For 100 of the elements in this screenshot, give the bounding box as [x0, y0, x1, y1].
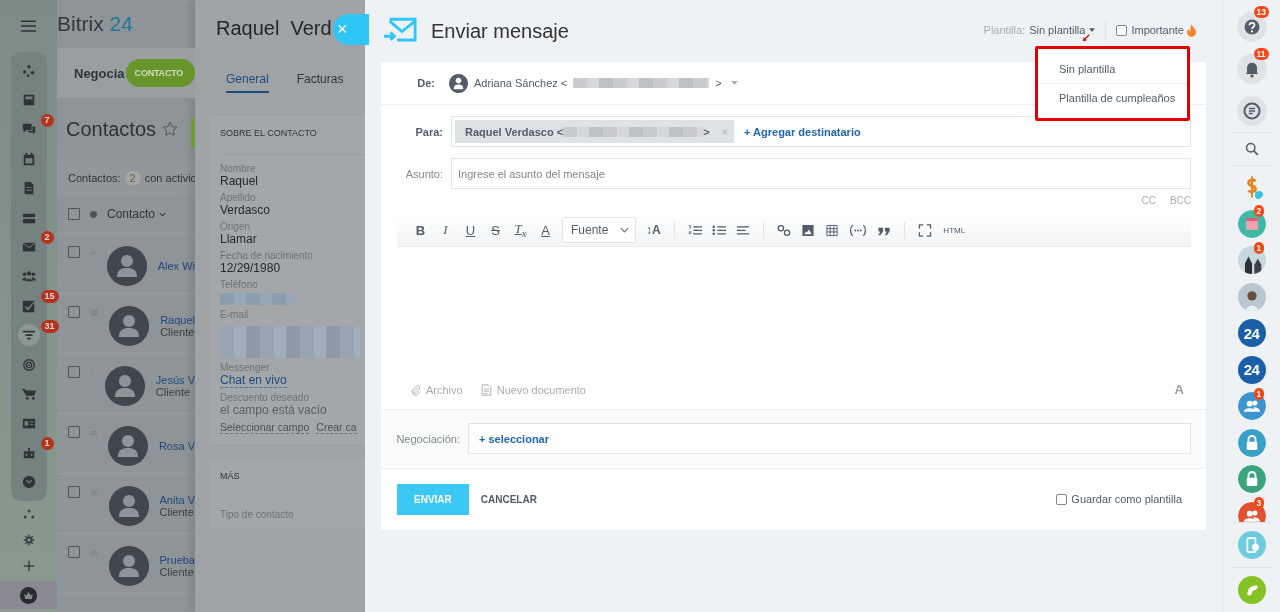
- tab[interactable]: General: [226, 72, 269, 93]
- recipient-bracket: >: [703, 125, 710, 138]
- avatar-icon: [449, 73, 468, 93]
- count-badge: 1: [1253, 241, 1265, 254]
- checkbox[interactable]: [68, 306, 80, 318]
- menu-icon[interactable]: [21, 20, 36, 32]
- field-label: De:: [416, 77, 435, 90]
- group-icon[interactable]: [1237, 392, 1266, 421]
- checkbox[interactable]: [68, 366, 80, 378]
- avatar-icon: [104, 366, 145, 406]
- checkbox[interactable]: [68, 246, 80, 258]
- subject-field[interactable]: Ingrese el asunto del mensaje: [451, 158, 1191, 190]
- html-button[interactable]: HTML: [943, 225, 966, 235]
- section-title: MÁS: [220, 470, 241, 483]
- paperclip-icon[interactable]: [410, 383, 421, 396]
- app-logo[interactable]: 24: [1237, 319, 1266, 348]
- plus-icon[interactable]: [22, 560, 35, 572]
- cancel-button[interactable]: CANCELAR: [468, 483, 549, 515]
- field-value: Verdasco: [220, 203, 272, 217]
- contact-name[interactable]: Jesús V: [155, 374, 195, 386]
- format-button[interactable]: I: [433, 222, 458, 239]
- image-icon[interactable]: [801, 223, 816, 237]
- font-select[interactable]: Fuente: [562, 217, 637, 244]
- field-value: el campo está vacío: [220, 403, 328, 417]
- caret-icon[interactable]: [1089, 28, 1096, 32]
- select-deal-link[interactable]: + seleccionar: [479, 432, 550, 445]
- calendar-icon[interactable]: [1237, 209, 1266, 238]
- format-button[interactable]: S: [483, 222, 508, 238]
- contact-type: Cliente: [159, 566, 195, 578]
- app-logo[interactable]: 24: [1237, 355, 1266, 384]
- font-size-button[interactable]: ↕A: [640, 223, 667, 238]
- page-title: Contactos: [66, 117, 157, 141]
- calendar-icon: [21, 151, 36, 166]
- important-checkbox[interactable]: Importante: [1116, 24, 1184, 36]
- fullscreen-icon[interactable]: [918, 223, 933, 237]
- format-button[interactable]: B: [408, 222, 433, 238]
- messenger-link[interactable]: Chat en vivo: [220, 373, 287, 388]
- save-template-checkbox[interactable]: Guardar como plantilla: [1056, 493, 1182, 506]
- network-icon[interactable]: [22, 508, 35, 520]
- numbered-list-icon[interactable]: [688, 223, 703, 237]
- link-icon[interactable]: [777, 223, 792, 237]
- format-button[interactable]: U: [458, 222, 483, 238]
- caret-icon[interactable]: [620, 227, 630, 234]
- group-icon[interactable]: [1237, 501, 1266, 523]
- dialog-title: Enviar mensaje: [431, 19, 569, 43]
- dropdown-item[interactable]: Sin plantilla: [1038, 55, 1187, 83]
- count-badge: 31: [40, 319, 59, 333]
- recipient-field[interactable]: Raquel Verdasco < > × + Agregar destinatario: [451, 116, 1191, 148]
- format-button[interactable]: T$_{x}$: [508, 221, 533, 239]
- field-action-link[interactable]: Crear ca: [316, 421, 357, 434]
- phone-cloud-icon[interactable]: [1237, 531, 1266, 560]
- tab[interactable]: Negocia: [74, 65, 125, 81]
- contact-name[interactable]: Prueba: [159, 554, 195, 566]
- cart-icon: [21, 387, 36, 401]
- activity-icon: [21, 63, 36, 78]
- contact-name[interactable]: Alex Wi: [157, 260, 195, 272]
- contact-type: Cliente: [155, 386, 192, 398]
- document-icon[interactable]: [480, 383, 492, 396]
- align-left-icon[interactable]: [736, 223, 751, 237]
- code-icon[interactable]: [849, 223, 868, 237]
- field-action-link[interactable]: Seleccionar campo: [220, 421, 310, 434]
- contact-name[interactable]: Rosa V: [158, 440, 195, 452]
- sender-bracket: >: [715, 77, 722, 90]
- add-recipient-link[interactable]: + Agregar destinatario: [744, 125, 861, 138]
- checkbox[interactable]: [68, 486, 80, 498]
- plan-button[interactable]: [0, 581, 57, 609]
- deal-field[interactable]: + seleccionar: [468, 423, 1191, 455]
- avatar-icon: [107, 426, 148, 466]
- phone-icon[interactable]: [1237, 576, 1266, 605]
- dropdown-item[interactable]: Plantilla de cumpleaños: [1038, 83, 1187, 112]
- logo[interactable]: Bitrix 24: [57, 12, 133, 36]
- sender-name[interactable]: Adriana Sánchez <: [474, 77, 568, 90]
- count-badge: 2: [124, 170, 141, 185]
- checkbox[interactable]: [68, 208, 80, 220]
- contact-name[interactable]: Anita V: [159, 494, 195, 506]
- tab[interactable]: Facturas: [296, 72, 344, 91]
- star-icon[interactable]: [162, 121, 179, 137]
- contact-card-icon: [21, 416, 36, 431]
- text-format-toggle[interactable]: A: [1174, 382, 1184, 398]
- checkbox[interactable]: [68, 546, 80, 558]
- avatar-icon: [108, 486, 149, 526]
- format-button[interactable]: A: [533, 222, 558, 238]
- count-badge: 3: [1253, 497, 1265, 510]
- table-icon[interactable]: [825, 223, 840, 237]
- checkbox[interactable]: [68, 426, 80, 438]
- people-icon: [21, 269, 36, 284]
- column-header[interactable]: Contacto: [107, 207, 156, 221]
- lock-icon[interactable]: [1237, 428, 1266, 457]
- nav-item[interactable]: [17, 324, 40, 347]
- bullet-list-icon[interactable]: [712, 223, 727, 237]
- template-label: Plantilla:: [983, 24, 1026, 36]
- count-badge: 15: [40, 290, 59, 304]
- lock-icon[interactable]: [1237, 465, 1266, 494]
- count-badge: 1: [40, 437, 54, 451]
- recipient-chip[interactable]: Raquel Verdasco < > ×: [455, 120, 734, 144]
- contact-name[interactable]: Raquel: [160, 314, 195, 326]
- caret-icon[interactable]: [159, 211, 167, 217]
- chat-icon[interactable]: [1236, 96, 1267, 126]
- recipient-name: Raquel Verdasco <: [465, 125, 564, 138]
- template-select[interactable]: Sin plantilla: [1029, 24, 1096, 36]
